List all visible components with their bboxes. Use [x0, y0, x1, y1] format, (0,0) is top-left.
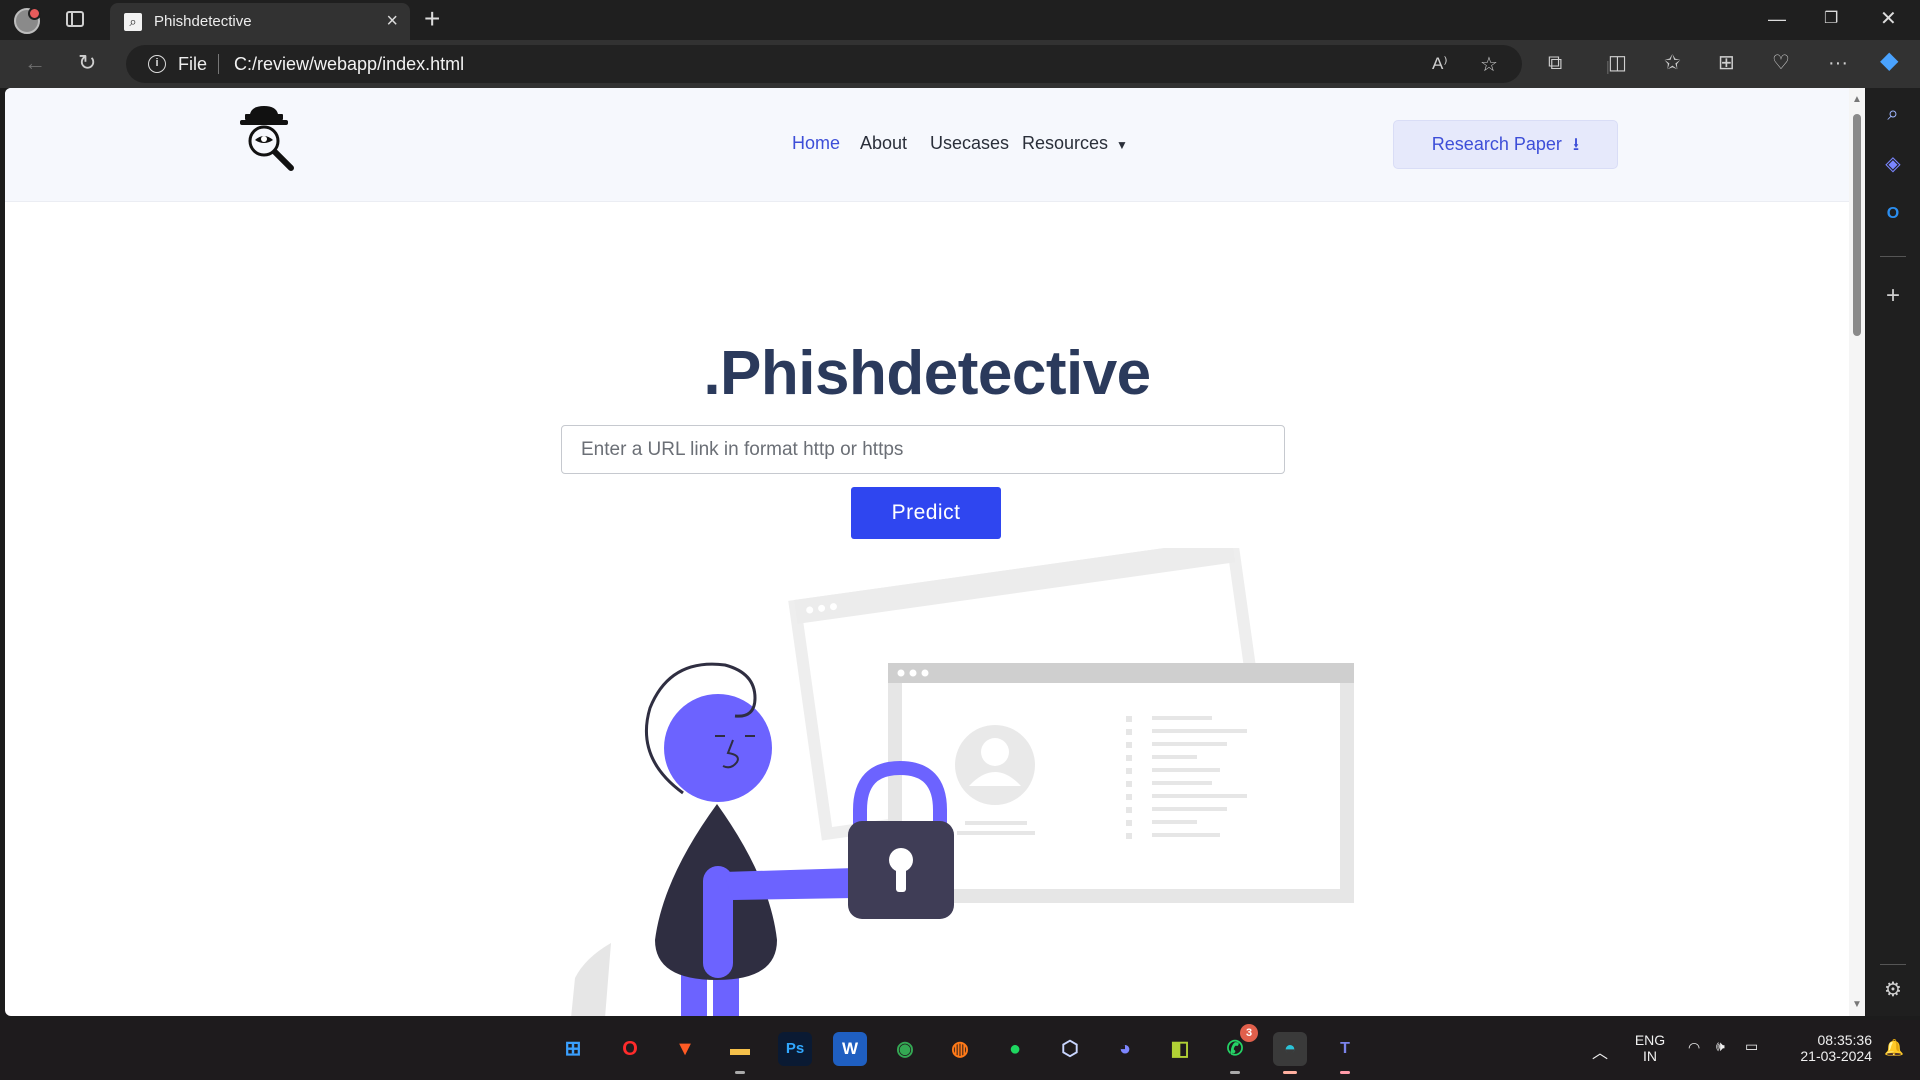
research-paper-label: Research Paper	[1431, 134, 1562, 154]
brave-icon[interactable]: ▼	[668, 1032, 702, 1066]
download-icon: ⭳	[1572, 134, 1580, 154]
new-tab-icon[interactable]: +	[424, 4, 440, 34]
collections-icon[interactable]: ⊞	[1718, 50, 1735, 76]
info-icon[interactable]: i	[148, 55, 166, 73]
notification-badge: 3	[1240, 1024, 1258, 1042]
more-menu-icon[interactable]: ···	[1828, 50, 1848, 76]
clock-time: 08:35:36	[1817, 1032, 1873, 1048]
back-icon[interactable]: ←	[24, 50, 46, 76]
battery-icon[interactable]: ▭	[1745, 1038, 1758, 1055]
close-window-icon[interactable]: ✕	[1880, 6, 1897, 32]
sidebar-settings-icon[interactable]: ⚙	[1881, 978, 1905, 1002]
sidebar-copilot-icon[interactable]: ◈	[1881, 152, 1905, 176]
minimize-icon[interactable]: —	[1768, 6, 1786, 32]
whatsapp-icon[interactable]: ✆ 3	[1218, 1024, 1258, 1074]
browser-tabbar: ⌕ Phishdetective × + — ❐ ✕	[0, 0, 1920, 40]
split-screen-icon[interactable]: ◫	[1608, 50, 1627, 76]
file-explorer-icon[interactable]: ▬	[723, 1032, 757, 1074]
clock[interactable]: 08:35:36 21-03-2024	[1782, 1032, 1872, 1064]
spotify-icon[interactable]: ●	[998, 1032, 1032, 1066]
url-input[interactable]	[561, 425, 1285, 474]
chevron-down-icon: ▼	[1116, 138, 1128, 152]
running-indicator	[1230, 1071, 1240, 1074]
url-text[interactable]: C:/review/webapp/index.html	[234, 54, 464, 75]
site-favicon-icon: ⌕	[124, 13, 142, 31]
address-bar[interactable]: i File C:/review/webapp/index.html A⁾ ☆	[126, 45, 1522, 83]
nav-about[interactable]: About	[860, 133, 907, 154]
refresh-icon[interactable]: ↻	[78, 50, 96, 76]
page-viewport: Home About Usecases Resources ▼ Research …	[5, 88, 1865, 1016]
pycharm-icon[interactable]: ◧	[1163, 1032, 1197, 1066]
running-indicator	[735, 1071, 745, 1074]
site-navbar: Home About Usecases Resources ▼ Research …	[5, 88, 1849, 202]
favorite-star-icon[interactable]: ☆	[1480, 52, 1498, 77]
copilot-icon[interactable]: ◆	[1880, 48, 1898, 74]
teams-icon[interactable]: T	[1328, 1032, 1362, 1074]
discord-icon[interactable]: ◕	[1108, 1032, 1142, 1066]
windows-taskbar: ⊞ O ▼ ▬ Ps W ◉ ◍ ● ⬡ ◕ ◧ ✆ 3 ◓ T ︿ ENG IN…	[0, 1020, 1920, 1080]
vertical-scrollbar[interactable]: ▲ ▼	[1849, 88, 1865, 1016]
photoshop-icon[interactable]: Ps	[778, 1032, 812, 1066]
security-illustration	[571, 548, 1354, 1016]
virtualbox-icon[interactable]: ⬡	[1053, 1032, 1087, 1066]
outlook-icon[interactable]: O	[1881, 202, 1905, 226]
running-indicator	[1283, 1071, 1297, 1074]
start-icon[interactable]: ⊞	[556, 1032, 590, 1066]
edge-icon[interactable]: ◓	[1273, 1032, 1307, 1074]
volume-icon[interactable]: 🕪	[1716, 1038, 1725, 1055]
scroll-up-icon[interactable]: ▲	[1852, 94, 1862, 105]
word-icon[interactable]: W	[833, 1032, 867, 1066]
wifi-icon[interactable]: ◠	[1688, 1039, 1700, 1056]
nav-resources[interactable]: Resources ▼	[1022, 133, 1128, 154]
extensions-icon[interactable]: ⧉	[1548, 50, 1562, 76]
notifications-icon[interactable]: 🔔	[1884, 1038, 1904, 1058]
restore-icon[interactable]: ❐	[1824, 6, 1838, 32]
sidebar-search-icon[interactable]: ⌕	[1881, 102, 1905, 126]
scroll-down-icon[interactable]: ▼	[1852, 999, 1862, 1010]
browser-essentials-icon[interactable]: ♡	[1772, 50, 1790, 76]
language-code: ENG	[1634, 1032, 1666, 1048]
clock-date: 21-03-2024	[1800, 1048, 1872, 1064]
sidebar-add-icon[interactable]: +	[1881, 284, 1905, 308]
address-toolbar: ← ↻ i File C:/review/webapp/index.html A…	[0, 40, 1920, 88]
scrollbar-thumb[interactable]	[1853, 114, 1861, 336]
nav-home[interactable]: Home	[792, 133, 840, 154]
protocol-label: File	[178, 54, 208, 74]
tab-title: Phishdetective	[154, 13, 252, 30]
language-region: IN	[1643, 1048, 1657, 1064]
nav-resources-label: Resources	[1022, 133, 1109, 153]
firefox-icon[interactable]: ◍	[943, 1032, 977, 1066]
profile-avatar[interactable]	[14, 7, 41, 34]
front-window-shape	[888, 663, 1354, 903]
address-separator	[218, 54, 219, 74]
chrome-icon[interactable]: ◉	[888, 1032, 922, 1066]
nav-usecases[interactable]: Usecases	[930, 133, 1009, 154]
tab-actions-icon[interactable]	[66, 11, 84, 27]
page-title: .Phishdetective	[703, 339, 1151, 408]
sidebar-divider-bottom	[1880, 964, 1906, 965]
running-indicator	[1340, 1071, 1350, 1074]
close-tab-icon[interactable]: ×	[386, 9, 398, 33]
edge-sidebar: ⌕ ◈ O + ⚙	[1866, 88, 1920, 1016]
show-hidden-icons[interactable]: ︿	[1592, 1039, 1608, 1063]
language-indicator[interactable]: ENG IN	[1630, 1032, 1670, 1064]
predict-button[interactable]: Predict	[851, 487, 1001, 539]
sidebar-divider	[1880, 256, 1906, 257]
read-aloud-icon[interactable]: A⁾	[1432, 54, 1448, 74]
favorites-icon[interactable]: ✩	[1664, 50, 1681, 76]
opera-icon[interactable]: O	[613, 1032, 647, 1066]
browser-tab[interactable]: ⌕ Phishdetective ×	[110, 3, 410, 40]
research-paper-button[interactable]: Research Paper ⭳	[1393, 120, 1618, 169]
detective-logo-icon[interactable]	[235, 106, 313, 184]
